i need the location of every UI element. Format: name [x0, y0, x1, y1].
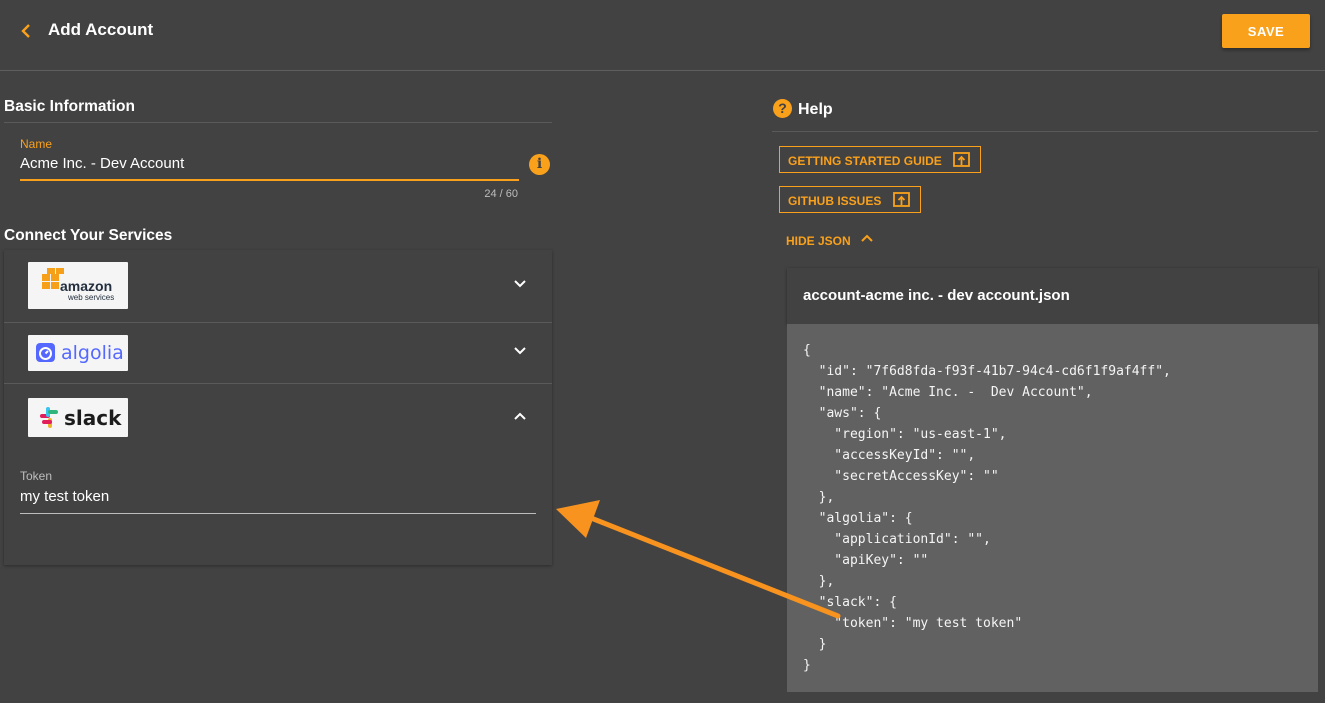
annotation-arrow	[556, 500, 841, 619]
